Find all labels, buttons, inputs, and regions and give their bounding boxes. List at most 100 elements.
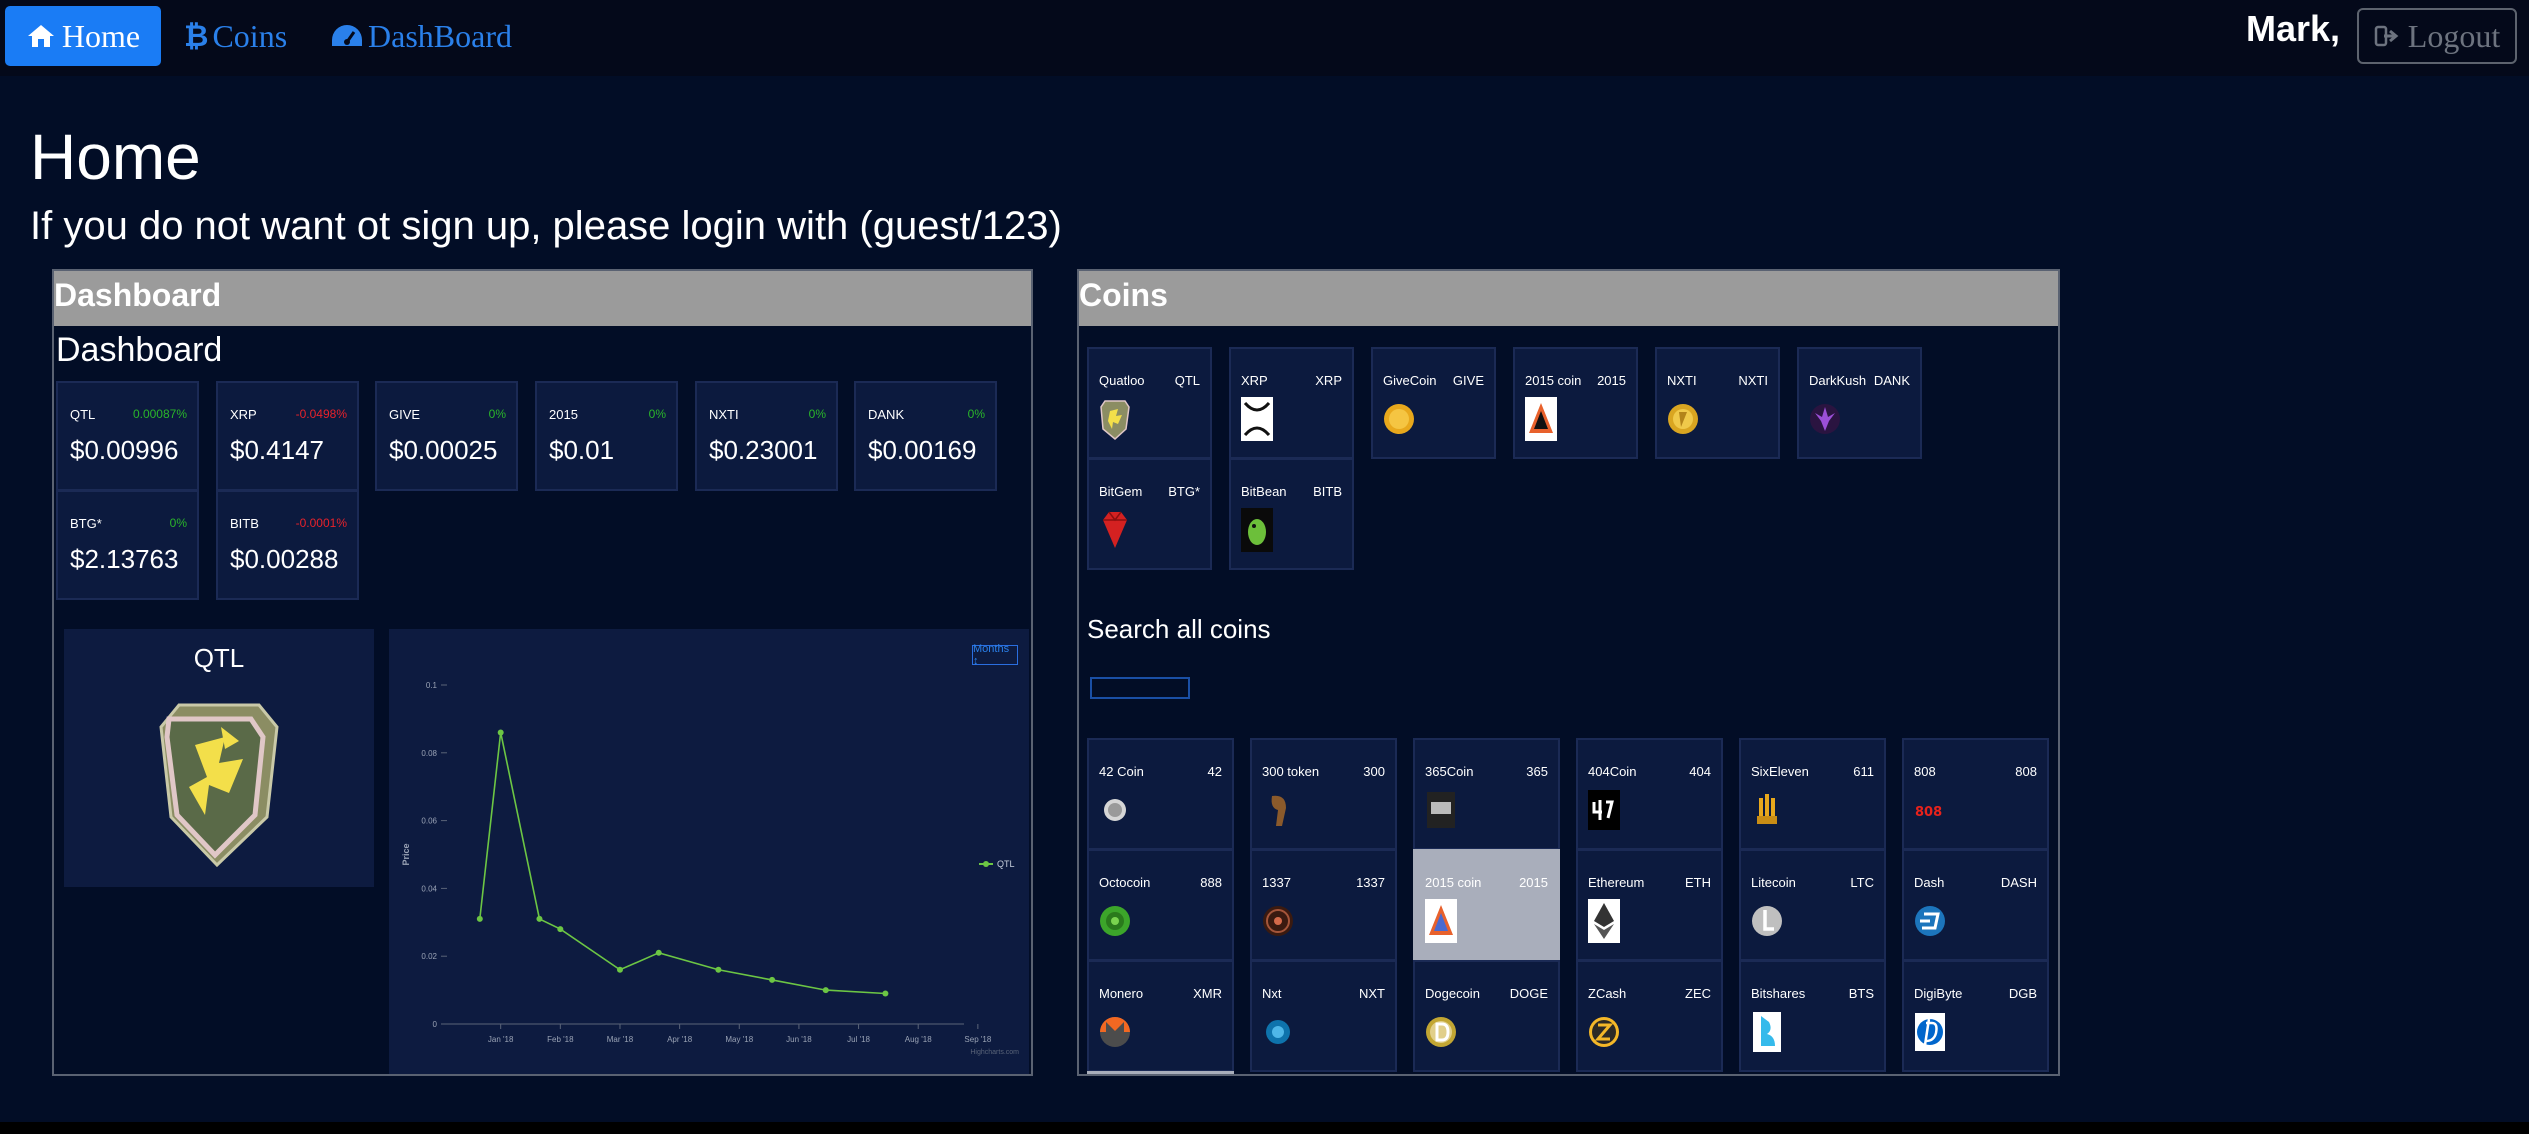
dashboard-card[interactable]: DANK 0% $0.00169 [854, 381, 997, 491]
x-tick-label: Jun '18 [786, 1035, 812, 1044]
coin-name: Litecoin [1751, 875, 1796, 890]
coin-card[interactable]: Nxt NXT [1250, 960, 1397, 1072]
nav-dashboard-link[interactable]: DashBoard [330, 6, 512, 66]
coin-name: Monero [1099, 986, 1144, 1001]
nav-dashboard-label: DashBoard [368, 17, 512, 54]
card-symbol: 2015 [549, 407, 578, 422]
coin-card[interactable]: 300 token 300 [1250, 738, 1397, 850]
coin-card[interactable]: 42 Coin 42 [1087, 738, 1234, 850]
legend-marker [983, 861, 989, 867]
nav-coins-link[interactable]: ₿ Coins [184, 6, 287, 66]
y-tick-label: 0.06 [421, 817, 437, 826]
card-change: 0% [169, 516, 187, 530]
coin-name: 2015 coin [1425, 875, 1482, 890]
coin-card[interactable]: SixEleven 611 [1739, 738, 1886, 850]
coin-card[interactable]: 1337 1337 [1250, 849, 1397, 961]
darkkush-icon [1810, 404, 1840, 434]
coin-symbol: DANK [1873, 373, 1910, 388]
selected-coin-name: QTL [193, 643, 245, 673]
card-change: -0.0001% [295, 516, 347, 530]
coin-card[interactable]: 808 808 808 [1902, 738, 2049, 850]
coin-card[interactable]: ZCash ZEC [1576, 960, 1723, 1072]
card-symbol: QTL [70, 407, 96, 422]
coin-card-selected[interactable]: 2015 coin 2015 [1413, 849, 1560, 961]
card-change: 0% [488, 407, 506, 421]
card-symbol: GIVE [389, 407, 421, 422]
favorite-coin-card[interactable]: NXTI NXTI [1655, 347, 1780, 459]
dogecoin-icon [1426, 1017, 1456, 1047]
dashboard-card[interactable]: BITB -0.0001% $0.00288 [216, 490, 359, 600]
x-tick-label: Mar '18 [607, 1035, 634, 1044]
card-price: $0.00169 [868, 435, 977, 465]
ethereum-icon [1588, 899, 1620, 943]
coin-name: Dogecoin [1425, 986, 1480, 1001]
bitshares-icon [1753, 1012, 1781, 1052]
coin-card[interactable]: Bitshares BTS [1739, 960, 1886, 1072]
page-title: Home [30, 121, 201, 193]
coin-card[interactable]: 365Coin 365 [1413, 738, 1560, 850]
dash-icon [1915, 906, 1945, 936]
coin-symbol: 1337 [1356, 875, 1385, 890]
data-point [616, 966, 623, 973]
coin-card[interactable]: Ethereum ETH [1576, 849, 1723, 961]
x-tick-label: May '18 [725, 1035, 753, 1044]
card-price: $2.13763 [70, 544, 179, 574]
x-tick-label: Jul '18 [847, 1035, 870, 1044]
y-tick-label: 0 [433, 1020, 438, 1029]
dashboard-panel-header: Dashboard [54, 271, 1031, 326]
coin-name: SixEleven [1751, 764, 1809, 779]
favorite-coin-card[interactable]: XRP XRP [1229, 347, 1354, 459]
coin-symbol: 42 [1207, 764, 1222, 779]
coin-symbol: 2015 [1519, 875, 1548, 890]
zcash-icon [1589, 1017, 1619, 1047]
coin-symbol: 300 [1363, 764, 1385, 779]
dashboard-card[interactable]: XRP -0.0498% $0.4147 [216, 381, 359, 491]
x-tick-label: Sep '18 [964, 1035, 991, 1044]
favorite-coin-card[interactable]: BitGem BTG* [1087, 458, 1212, 570]
coin-name: Bitshares [1751, 986, 1806, 1001]
dashboard-card[interactable]: QTL 0.00087% $0.00996 [56, 381, 199, 491]
card-price: $0.01 [549, 435, 615, 465]
octocoin-icon [1100, 906, 1130, 936]
quatloo-logo-icon [159, 703, 279, 867]
coin-search-input[interactable] [1090, 677, 1190, 699]
favorite-coin-card[interactable]: 2015 coin 2015 [1513, 347, 1638, 459]
coin-card[interactable]: Dash DASH [1902, 849, 2049, 961]
coin-name: 404Coin [1588, 764, 1637, 779]
logout-button[interactable]: Logout [2357, 8, 2517, 64]
coin-card[interactable]: DigiByte DGB [1902, 960, 2049, 1072]
card-symbol: NXTI [709, 407, 739, 422]
favorite-coin-card[interactable]: Quatloo QTL [1087, 347, 1212, 459]
dashboard-card[interactable]: BTG* 0% $2.13763 [56, 490, 199, 600]
2015-coin-icon [1425, 899, 1457, 943]
nav-home-label: Home [61, 17, 141, 54]
coin-name: Quatloo [1099, 373, 1145, 388]
dashboard-card[interactable]: GIVE 0% $0.00025 [375, 381, 518, 491]
coin-card[interactable]: Dogecoin DOGE [1413, 960, 1560, 1072]
dashboard-card[interactable]: NXTI 0% $0.23001 [695, 381, 838, 491]
coin-name: 1337 [1262, 875, 1291, 890]
coin-card[interactable]: 404Coin 404 [1576, 738, 1723, 850]
user-greeting: Mark, [2246, 8, 2341, 49]
coin-name: 2015 coin [1525, 373, 1582, 388]
bitgem-icon [1103, 511, 1127, 548]
nav-home-button[interactable]: Home [5, 6, 161, 66]
data-point [822, 987, 829, 994]
coin-symbol: BTS [1848, 986, 1874, 1001]
x-tick-label: Aug '18 [905, 1035, 932, 1044]
dashboard-card[interactable]: 2015 0% $0.01 [535, 381, 678, 491]
logout-icon [2374, 25, 2399, 47]
favorite-coin-card[interactable]: GiveCoin GIVE [1371, 347, 1496, 459]
coin-name: NXTI [1667, 373, 1697, 388]
x-tick-label: Feb '18 [547, 1035, 574, 1044]
coin-card[interactable]: Monero XMR [1087, 960, 1234, 1072]
y-tick-label: 0.08 [421, 749, 437, 758]
1337-icon [1263, 906, 1293, 936]
nxt-icon [1266, 1020, 1290, 1044]
legend-label: QTL [997, 859, 1015, 869]
favorite-coin-card[interactable]: DarkKush DANK [1797, 347, 1922, 459]
favorite-coin-card[interactable]: BitBean BITB [1229, 458, 1354, 570]
coin-card[interactable]: Litecoin LTC [1739, 849, 1886, 961]
coin-name: 365Coin [1425, 764, 1474, 779]
coin-card[interactable]: Octocoin 888 [1087, 849, 1234, 961]
